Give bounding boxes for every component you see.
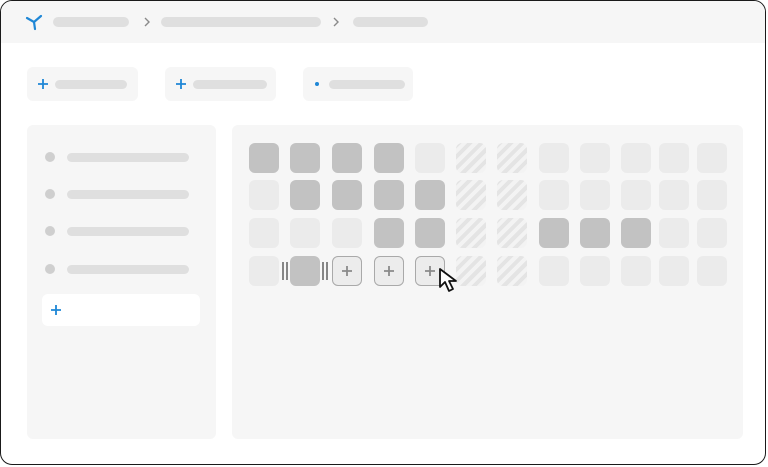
- grid-cell-empty[interactable]: [539, 256, 569, 286]
- grid-cell-empty[interactable]: [249, 180, 279, 210]
- grid-cell-empty[interactable]: [659, 256, 689, 286]
- grid-cell-empty[interactable]: [659, 180, 689, 210]
- resize-handle-left-icon[interactable]: [281, 262, 289, 280]
- sidebar-item-label: [67, 153, 189, 162]
- grid-cell-empty[interactable]: [697, 143, 727, 173]
- grid-cell-empty[interactable]: [621, 180, 651, 210]
- grid-cell-hatched[interactable]: [497, 218, 527, 248]
- plus-icon: [342, 266, 352, 276]
- dot-button[interactable]: [303, 67, 413, 101]
- grid-panel: [232, 125, 743, 439]
- grid-cell-hatched[interactable]: [497, 180, 527, 210]
- plus-icon: [176, 79, 186, 89]
- add-cell-button[interactable]: [415, 256, 445, 286]
- sidebar-item-2[interactable]: [27, 182, 216, 206]
- grid-cell-empty[interactable]: [539, 180, 569, 210]
- grid-cell-filled[interactable]: [539, 218, 569, 248]
- grid-cell-empty[interactable]: [580, 143, 610, 173]
- grid-cell-empty[interactable]: [697, 256, 727, 286]
- grid-cell-hatched[interactable]: [456, 180, 486, 210]
- bullet-icon: [45, 152, 55, 162]
- dot-button-label: [329, 80, 405, 89]
- bullet-icon: [45, 226, 55, 236]
- add-cell-button[interactable]: [374, 256, 404, 286]
- add-button-2-label: [193, 80, 267, 89]
- grid-cell-empty[interactable]: [249, 218, 279, 248]
- branch-logo-icon[interactable]: [25, 13, 43, 31]
- add-button-1[interactable]: [27, 67, 138, 101]
- grid-cell-filled[interactable]: [415, 180, 445, 210]
- grid-cell-empty[interactable]: [621, 256, 651, 286]
- grid-cell-filled[interactable]: [415, 218, 445, 248]
- breadcrumb-item-3[interactable]: [353, 17, 428, 27]
- grid-cell-empty[interactable]: [659, 143, 689, 173]
- bullet-icon: [45, 264, 55, 274]
- grid-cell-filled[interactable]: [580, 218, 610, 248]
- sidebar-item-label: [67, 265, 189, 274]
- top-bar: [1, 1, 765, 43]
- grid-cell-hatched[interactable]: [497, 256, 527, 286]
- grid-cell-filled[interactable]: [290, 180, 320, 210]
- grid-cell-empty[interactable]: [697, 180, 727, 210]
- grid-cell-filled[interactable]: [374, 218, 404, 248]
- breadcrumb-item-1[interactable]: [53, 17, 129, 27]
- grid-cell-filled[interactable]: [249, 143, 279, 173]
- grid-cell-empty[interactable]: [539, 143, 569, 173]
- add-cell-button[interactable]: [332, 256, 362, 286]
- chevron-right-icon: [144, 17, 150, 27]
- resize-handle-right-icon[interactable]: [321, 262, 329, 280]
- grid-cell-filled[interactable]: [290, 143, 320, 173]
- grid-cell-empty[interactable]: [290, 218, 320, 248]
- add-button-2[interactable]: [165, 67, 276, 101]
- sidebar-item-4[interactable]: [27, 257, 216, 281]
- grid-cell-empty[interactable]: [580, 180, 610, 210]
- grid-cell-empty[interactable]: [580, 256, 610, 286]
- dot-icon: [315, 82, 319, 86]
- plus-icon: [38, 79, 48, 89]
- grid-cell-filled[interactable]: [332, 143, 362, 173]
- app-window: [0, 0, 766, 465]
- sidebar: [27, 125, 216, 439]
- sidebar-item-label: [67, 227, 189, 236]
- grid-cell-filled[interactable]: [374, 180, 404, 210]
- sidebar-item-label: [67, 190, 189, 199]
- selected-cell[interactable]: [290, 256, 320, 286]
- grid-cell-empty[interactable]: [415, 143, 445, 173]
- plus-icon: [425, 266, 435, 276]
- breadcrumb-item-2[interactable]: [161, 17, 321, 27]
- grid-cell-hatched[interactable]: [456, 143, 486, 173]
- plus-icon: [384, 266, 394, 276]
- plus-icon: [51, 305, 61, 315]
- grid-cell-empty[interactable]: [659, 218, 689, 248]
- grid-cell-hatched[interactable]: [456, 256, 486, 286]
- grid-cell-hatched[interactable]: [456, 218, 486, 248]
- sidebar-add-button[interactable]: [42, 294, 200, 326]
- grid-cell-filled[interactable]: [332, 180, 362, 210]
- grid-cell-filled[interactable]: [374, 143, 404, 173]
- grid-cell-filled[interactable]: [621, 218, 651, 248]
- grid-cell-empty[interactable]: [697, 218, 727, 248]
- chevron-right-icon: [333, 17, 339, 27]
- grid-cell-empty[interactable]: [249, 256, 279, 286]
- bullet-icon: [45, 189, 55, 199]
- add-button-1-label: [55, 80, 127, 89]
- grid-cell-empty[interactable]: [332, 218, 362, 248]
- sidebar-item-1[interactable]: [27, 145, 216, 169]
- grid-cell-empty[interactable]: [621, 143, 651, 173]
- grid-cell-hatched[interactable]: [497, 143, 527, 173]
- sidebar-item-3[interactable]: [27, 219, 216, 243]
